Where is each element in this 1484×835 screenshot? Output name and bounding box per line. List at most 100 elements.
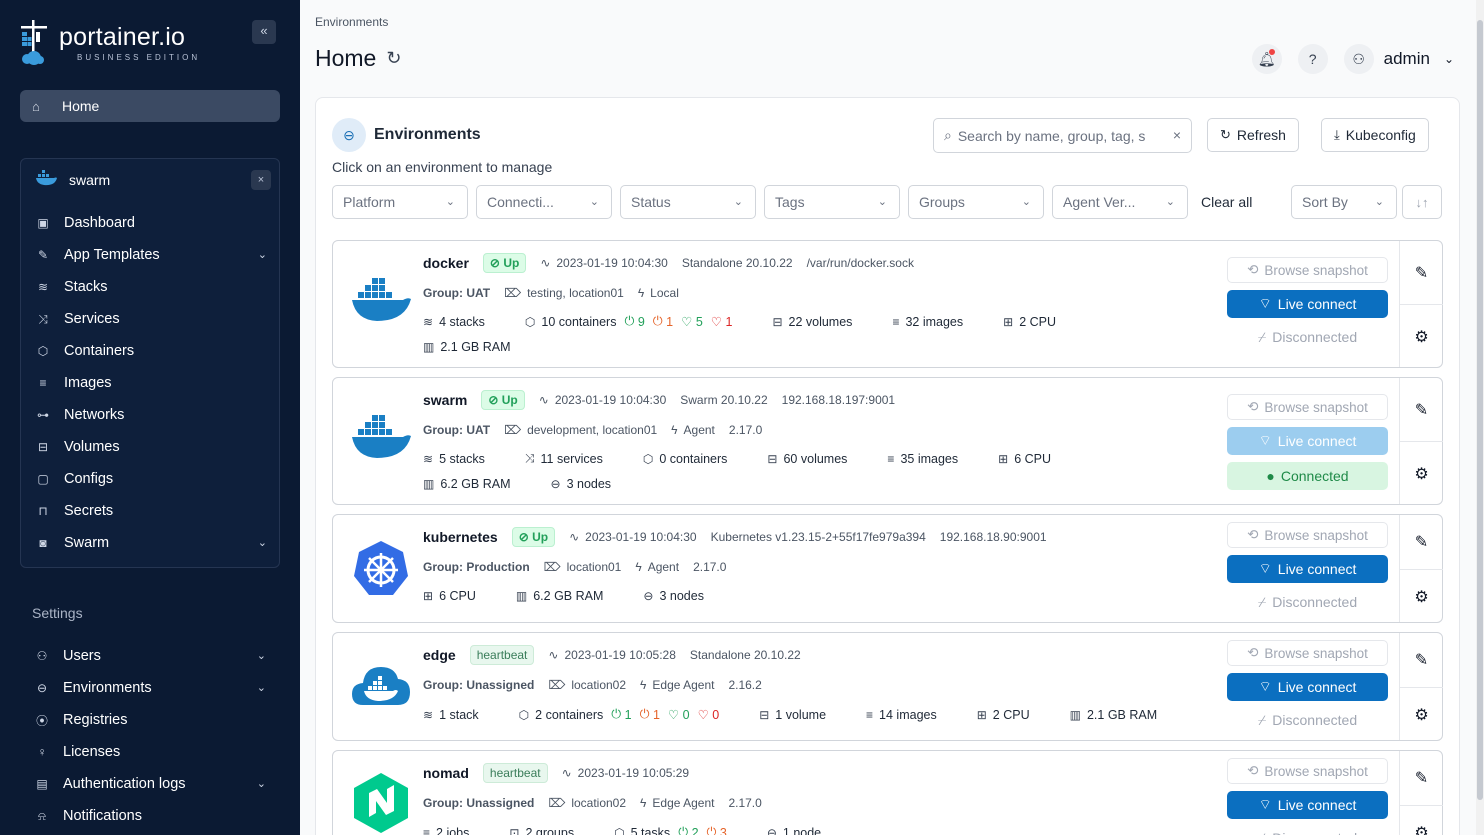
live-connect-button[interactable]: ⌔ Live connect [1227, 427, 1388, 455]
filter-platform[interactable]: Platform ⌄ [332, 185, 468, 219]
edit-icon[interactable]: ✎ [1400, 633, 1443, 687]
sidebar-item-label: App Templates [64, 247, 160, 263]
sidebar-item-licenses[interactable]: ♀ Licenses [20, 736, 280, 768]
cpu-count: ⊞ 6 CPU [998, 451, 1052, 466]
live-connect-button[interactable]: ⌔ Live connect [1227, 555, 1388, 583]
environment-card-nomad[interactable]: nomad heartbeat ∿ 2023-01-19 10:05:29 Gro… [332, 750, 1443, 835]
browse-snapshot-button[interactable]: ⟲ Browse snapshot [1227, 257, 1388, 283]
stopped-count: ⏻ 1 [639, 707, 660, 722]
filter-label: Groups [919, 194, 965, 210]
browse-snapshot-button[interactable]: ⟲ Browse snapshot [1227, 640, 1388, 666]
sidebar-item-configs[interactable]: ▢ Configs [21, 463, 281, 495]
sidebar-item-swarm[interactable]: ◙ Swarm ⌄ [21, 527, 281, 559]
filter-label: Platform [343, 194, 396, 210]
sidebar-item-networks[interactable]: ⊶ Networks [21, 399, 281, 431]
edit-icon[interactable]: ✎ [1400, 241, 1443, 304]
sidebar-item-label: Users [63, 648, 101, 664]
sidebar-item-dashboard[interactable]: ▣ Dashboard [21, 207, 281, 239]
refresh-button[interactable]: ↻ Refresh [1207, 118, 1299, 152]
group-label: Group: UAT [423, 286, 491, 300]
scrollbar-thumb[interactable] [1477, 20, 1483, 800]
notifications-button[interactable]: 🔔︎ [1251, 44, 1282, 74]
browse-snapshot-button[interactable]: ⟲ Browse snapshot [1227, 522, 1388, 548]
environment-card-kubernetes[interactable]: kubernetes ⊘ Up ∿ 2023-01-19 10:04:30 Kub… [332, 514, 1443, 623]
box-icon: ⬡ [37, 344, 49, 358]
images-count: ≡ 14 images [866, 707, 937, 722]
breadcrumb[interactable]: Environments [315, 15, 388, 29]
live-connect-button[interactable]: ⌔ Live connect [1227, 673, 1388, 701]
kubeconfig-button[interactable]: ⤓ Kubeconfig [1321, 118, 1429, 152]
settings-icon[interactable]: ⚙ [1400, 305, 1443, 368]
chevron-down-icon[interactable]: ⌄ [1444, 52, 1454, 66]
browse-snapshot-button[interactable]: ⟲ Browse snapshot [1227, 758, 1388, 784]
tag-icon: ⌦ [504, 286, 522, 300]
sidebar-item-services[interactable]: ⤨ Services [21, 303, 281, 335]
sort-order-button[interactable]: ↓↑ [1402, 185, 1442, 219]
ram-amount: ▥ 2.1 GB RAM [1069, 707, 1158, 722]
environment-card-swarm[interactable]: swarm ⊘ Up ∿ 2023-01-19 10:04:30 Swarm 20… [332, 377, 1443, 505]
refresh-icon[interactable]: ↻ [386, 48, 401, 69]
filter-tags[interactable]: Tags ⌄ [764, 185, 900, 219]
environment-card-docker[interactable]: docker ⊘ Up ∿ 2023-01-19 10:04:30 Standal… [332, 240, 1443, 368]
list-icon: ≡ [39, 376, 47, 390]
filter-status[interactable]: Status ⌄ [620, 185, 756, 219]
browse-snapshot-button[interactable]: ⟲ Browse snapshot [1227, 394, 1388, 420]
chevron-down-icon: ⌄ [445, 196, 455, 208]
settings-icon[interactable]: ⚙ [1400, 806, 1443, 835]
sidebar-item-secrets[interactable]: ⊓ Secrets [21, 495, 281, 527]
page-scrollbar[interactable] [1476, 0, 1484, 835]
settings-icon[interactable]: ⚙ [1400, 570, 1443, 624]
stopped-count: ⏻ 1 [652, 314, 674, 329]
live-connect-button[interactable]: ⌔ Live connect [1227, 791, 1388, 819]
history-icon: ⟲ [1247, 527, 1259, 542]
sidebar-item-app-templates[interactable]: ✎ App Templates ⌄ [21, 239, 281, 271]
portainer-logo[interactable]: portainer.io BUSINESS EDITION [18, 18, 200, 66]
live-connect-button[interactable]: ⌔ Live connect [1227, 290, 1388, 318]
sidebar-item-environments[interactable]: ⊖ Environments ⌄ [20, 672, 280, 704]
power-off-icon: ⏻ [706, 825, 717, 835]
sidebar-item-stacks[interactable]: ≋ Stacks [21, 271, 281, 303]
chevron-down-icon[interactable]: ⌄ [258, 536, 267, 549]
user-avatar[interactable]: ⚇ [1343, 44, 1374, 74]
clear-search-icon[interactable]: × [1173, 127, 1181, 143]
collapse-sidebar-button[interactable]: « [252, 20, 276, 44]
sidebar-item-volumes[interactable]: ⊟ Volumes [21, 431, 281, 463]
search-input[interactable]: ⌕ Search by name, group, tag, s × [933, 118, 1192, 153]
settings-icon[interactable]: ⚙ [1400, 688, 1443, 742]
platform-version: Standalone 20.10.22 [681, 256, 793, 270]
history-icon: ⟲ [1247, 645, 1259, 660]
chevron-down-icon[interactable]: ⌄ [257, 681, 266, 694]
edit-icon[interactable]: ✎ [1400, 751, 1443, 805]
sidebar-item-images[interactable]: ≡ Images [21, 367, 281, 399]
sidebar-item-authentication-logs[interactable]: ▤ Authentication logs ⌄ [20, 768, 280, 800]
filter-groups[interactable]: Groups ⌄ [908, 185, 1044, 219]
power-icon: ⏻ [624, 314, 635, 328]
chevron-down-icon[interactable]: ⌄ [257, 777, 266, 790]
environment-name: swarm [69, 172, 111, 188]
settings-icon[interactable]: ⚙ [1400, 442, 1443, 505]
filter-agent-version[interactable]: Agent Ver... ⌄ [1052, 185, 1188, 219]
edit-icon[interactable]: ✎ [1400, 515, 1443, 569]
sort-by-select[interactable]: Sort By ⌄ [1291, 185, 1397, 219]
sidebar-item-containers[interactable]: ⬡ Containers [21, 335, 281, 367]
edit-icon[interactable]: ✎ [1400, 378, 1443, 441]
sidebar-item-registries[interactable]: ⦿ Registries [20, 704, 280, 736]
running-count: ⏻ 1 [611, 707, 632, 722]
chevron-down-icon[interactable]: ⌄ [258, 248, 267, 261]
nodes-count: ⊖ 1 node [767, 826, 821, 835]
disconnected-status: ⌿Disconnected [1257, 711, 1358, 729]
sidebar-item-notifications[interactable]: ⍾ Notifications [20, 800, 280, 832]
sidebar-item-home[interactable]: ⌂ Home [20, 90, 280, 122]
page-title-text: Home [315, 45, 377, 71]
filter-connection[interactable]: Connecti... ⌄ [476, 185, 612, 219]
user-name[interactable]: admin [1384, 49, 1430, 69]
server-icon: ⊖ [36, 681, 48, 695]
environment-card-edge[interactable]: edge heartbeat ∿ 2023-01-19 10:05:28 Stan… [332, 632, 1443, 741]
help-button[interactable]: ? [1297, 44, 1328, 74]
clear-all-button[interactable]: Clear all [1201, 194, 1252, 210]
sidebar-item-users[interactable]: ⚇ Users ⌄ [20, 640, 280, 672]
activity-icon: ∿ [561, 766, 572, 780]
edge-cloud-icon [351, 659, 411, 719]
chevron-down-icon[interactable]: ⌄ [257, 649, 266, 662]
close-environment-button[interactable]: × [251, 170, 271, 190]
